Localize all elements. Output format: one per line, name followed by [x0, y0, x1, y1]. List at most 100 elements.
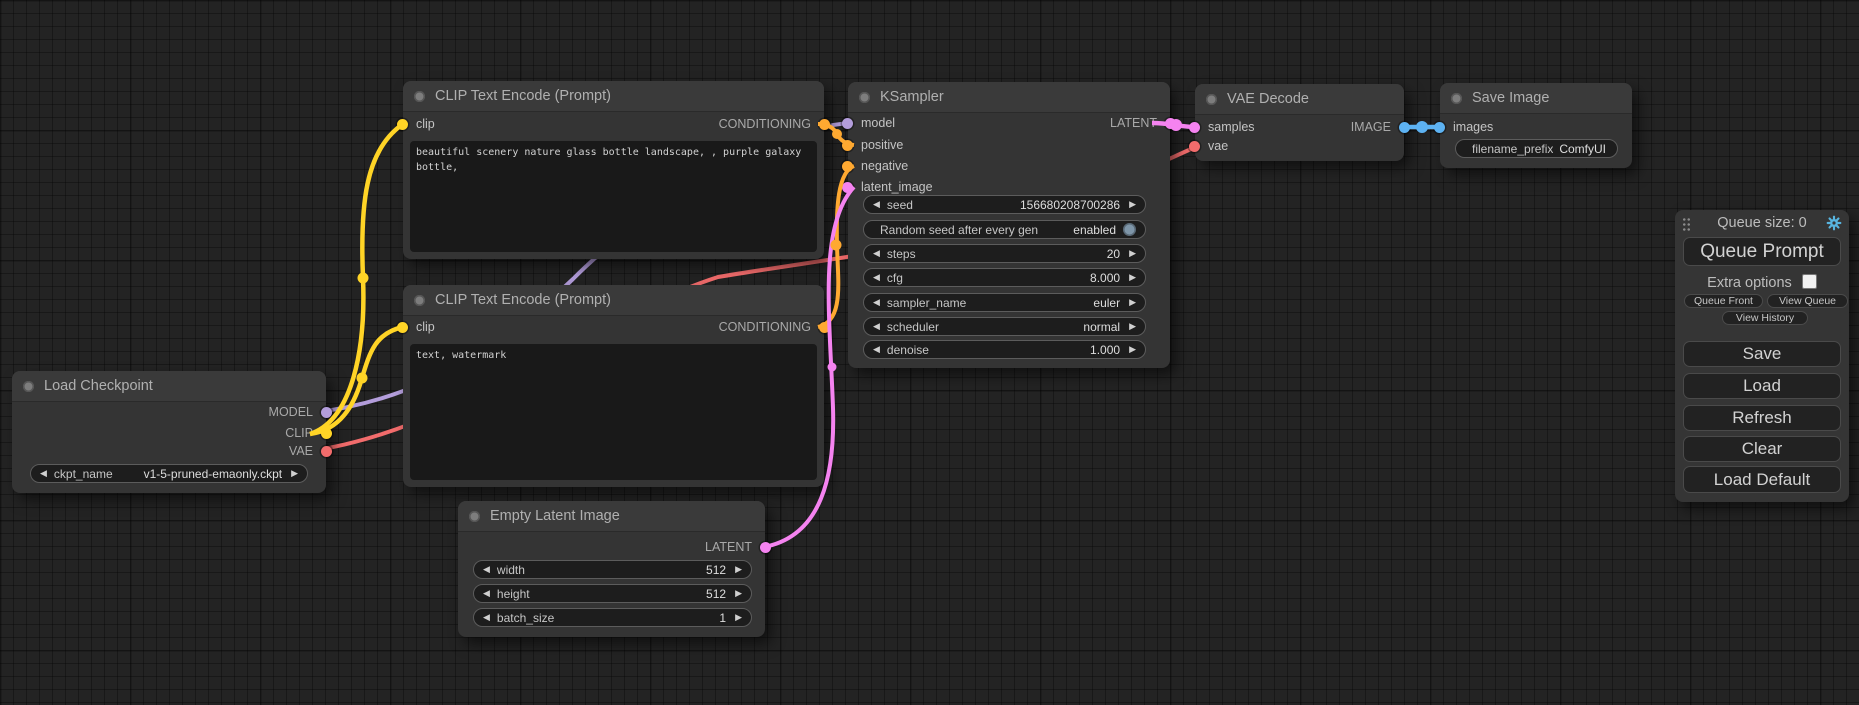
latent-port-icon[interactable] — [842, 182, 853, 193]
link-midpoint-dot[interactable] — [828, 363, 837, 372]
decrement-arrow-icon[interactable] — [483, 564, 490, 575]
increment-arrow-icon[interactable] — [1129, 297, 1136, 308]
collapse-dot-icon[interactable] — [859, 92, 870, 103]
increment-arrow-icon[interactable] — [1129, 199, 1136, 210]
seed-widget[interactable]: seed 156680208700286 — [863, 195, 1146, 214]
image-port-icon[interactable] — [1434, 122, 1445, 133]
node-title-bar[interactable]: Empty Latent Image — [458, 501, 765, 532]
decrement-arrow-icon[interactable] — [873, 199, 880, 210]
batch-size-widget[interactable]: batch_size 1 — [473, 608, 752, 627]
settings-gear-icon[interactable] — [1826, 215, 1842, 231]
input-slot-samples[interactable]: samples — [1195, 117, 1255, 137]
input-slot-vae[interactable]: vae — [1195, 136, 1228, 156]
height-widget[interactable]: height 512 — [473, 584, 752, 603]
clip-port-icon[interactable] — [397, 322, 408, 333]
output-slot-conditioning[interactable]: CONDITIONING — [719, 317, 824, 337]
decrement-arrow-icon[interactable] — [873, 297, 880, 308]
output-slot-image[interactable]: IMAGE — [1351, 117, 1404, 137]
node-title-bar[interactable]: VAE Decode — [1195, 84, 1404, 115]
output-slot-model[interactable]: MODEL — [269, 402, 326, 422]
steps-widget[interactable]: steps 20 — [863, 244, 1146, 263]
load-default-button[interactable]: Load Default — [1683, 466, 1841, 493]
denoise-widget[interactable]: denoise 1.000 — [863, 340, 1146, 359]
increment-arrow-icon[interactable] — [1129, 321, 1136, 332]
collapse-dot-icon[interactable] — [1206, 94, 1217, 105]
node-load-checkpoint[interactable]: Load Checkpoint MODEL CLIP VAE ckpt_name… — [12, 371, 326, 493]
conditioning-port-icon[interactable] — [842, 161, 853, 172]
node-empty-latent-image[interactable]: Empty Latent Image LATENT width 512 heig… — [458, 501, 765, 637]
scheduler-widget[interactable]: scheduler normal — [863, 317, 1146, 336]
refresh-button[interactable]: Refresh — [1683, 405, 1841, 431]
vae-port-icon[interactable] — [1189, 141, 1200, 152]
view-queue-button[interactable]: View Queue — [1767, 294, 1848, 308]
input-slot-clip[interactable]: clip — [403, 317, 435, 337]
node-title-bar[interactable]: Save Image — [1440, 83, 1632, 114]
input-slot-model[interactable]: model — [848, 113, 895, 133]
input-slot-positive[interactable]: positive — [848, 135, 903, 155]
collapse-dot-icon[interactable] — [23, 381, 34, 392]
decrement-arrow-icon[interactable] — [40, 468, 47, 479]
random-seed-toggle-widget[interactable]: Random seed after every gen enabled — [863, 220, 1146, 239]
decrement-arrow-icon[interactable] — [483, 612, 490, 623]
vae-port-icon[interactable] — [321, 446, 332, 457]
node-graph-canvas[interactable]: Load Checkpoint MODEL CLIP VAE ckpt_name… — [0, 0, 1859, 705]
node-title-bar[interactable]: CLIP Text Encode (Prompt) — [403, 285, 824, 316]
decrement-arrow-icon[interactable] — [873, 321, 880, 332]
node-vae-decode[interactable]: VAE Decode samples vae IMAGE — [1195, 84, 1404, 161]
clip-port-icon[interactable] — [321, 428, 332, 439]
increment-arrow-icon[interactable] — [735, 612, 742, 623]
decrement-arrow-icon[interactable] — [873, 344, 880, 355]
extra-options-checkbox[interactable] — [1802, 274, 1817, 289]
link-midpoint-dot[interactable] — [358, 273, 369, 284]
input-slot-negative[interactable]: negative — [848, 156, 908, 176]
increment-arrow-icon[interactable] — [735, 564, 742, 575]
increment-arrow-icon[interactable] — [1129, 248, 1136, 259]
collapse-dot-icon[interactable] — [1451, 93, 1462, 104]
node-title-bar[interactable]: CLIP Text Encode (Prompt) — [403, 81, 824, 112]
increment-arrow-icon[interactable] — [291, 468, 298, 479]
node-ksampler[interactable]: KSampler model positive negative latent_… — [848, 82, 1170, 368]
input-slot-images[interactable]: images — [1440, 117, 1493, 137]
toggle-enabled-icon[interactable] — [1123, 223, 1136, 236]
save-button[interactable]: Save — [1683, 341, 1841, 367]
filename-prefix-widget[interactable]: filename_prefix ComfyUI — [1455, 139, 1618, 158]
collapse-dot-icon[interactable] — [414, 91, 425, 102]
drag-handle-icon[interactable] — [1682, 217, 1691, 231]
latent-port-icon[interactable] — [1189, 122, 1200, 133]
decrement-arrow-icon[interactable] — [873, 272, 880, 283]
queue-front-button[interactable]: Queue Front — [1684, 294, 1763, 308]
image-port-icon[interactable] — [1399, 122, 1410, 133]
node-clip-text-encode-positive[interactable]: CLIP Text Encode (Prompt) clip CONDITION… — [403, 81, 824, 259]
link-midpoint-dot[interactable] — [832, 129, 842, 139]
input-slot-latent-image[interactable]: latent_image — [848, 177, 933, 197]
increment-arrow-icon[interactable] — [735, 588, 742, 599]
node-title-bar[interactable]: KSampler — [848, 82, 1170, 113]
input-slot-clip[interactable]: clip — [403, 114, 435, 134]
link-midpoint-dot[interactable] — [831, 240, 842, 251]
queue-prompt-button[interactable]: Queue Prompt — [1683, 237, 1841, 266]
conditioning-port-icon[interactable] — [842, 140, 853, 151]
prompt-textarea[interactable]: text, watermark — [410, 344, 817, 480]
width-widget[interactable]: width 512 — [473, 560, 752, 579]
increment-arrow-icon[interactable] — [1129, 344, 1136, 355]
node-clip-text-encode-negative[interactable]: CLIP Text Encode (Prompt) clip CONDITION… — [403, 285, 824, 487]
increment-arrow-icon[interactable] — [1129, 272, 1136, 283]
prompt-textarea[interactable]: beautiful scenery nature glass bottle la… — [410, 141, 817, 252]
output-slot-conditioning[interactable]: CONDITIONING — [719, 114, 824, 134]
model-port-icon[interactable] — [842, 118, 853, 129]
collapse-dot-icon[interactable] — [414, 295, 425, 306]
output-slot-latent[interactable]: LATENT — [1110, 113, 1170, 133]
sampler-name-widget[interactable]: sampler_name euler — [863, 293, 1146, 312]
output-slot-latent[interactable]: LATENT — [705, 537, 765, 557]
output-slot-vae[interactable]: VAE — [289, 441, 326, 461]
ckpt-name-widget[interactable]: ckpt_name v1-5-pruned-emaonly.ckpt — [30, 464, 308, 483]
conditioning-port-icon[interactable] — [819, 322, 830, 333]
output-slot-clip[interactable]: CLIP — [285, 423, 326, 443]
node-save-image[interactable]: Save Image images filename_prefix ComfyU… — [1440, 83, 1632, 168]
link-midpoint-dot[interactable] — [357, 373, 368, 384]
view-history-button[interactable]: View History — [1722, 311, 1808, 325]
latent-port-icon[interactable] — [1165, 118, 1176, 129]
latent-port-icon[interactable] — [760, 542, 771, 553]
load-button[interactable]: Load — [1683, 373, 1841, 399]
collapse-dot-icon[interactable] — [469, 511, 480, 522]
